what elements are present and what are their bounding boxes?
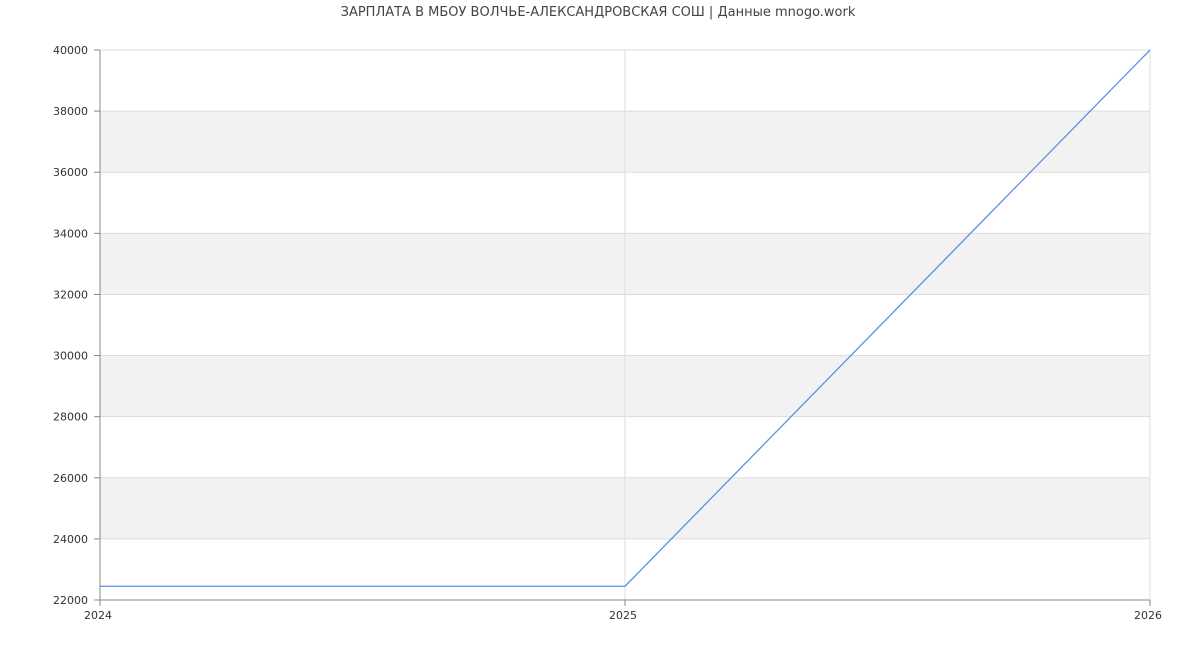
y-tick-label: 30000 — [53, 350, 88, 363]
x-tick-label: 2025 — [609, 609, 637, 622]
y-tick-label: 34000 — [53, 227, 88, 240]
y-tick-label: 40000 — [53, 44, 88, 57]
y-tick-label: 32000 — [53, 288, 88, 301]
y-tick-label: 38000 — [53, 105, 88, 118]
y-tick-label: 22000 — [53, 594, 88, 607]
chart-title: ЗАРПЛАТА В МБОУ ВОЛЧЬЕ-АЛЕКСАНДРОВСКАЯ С… — [341, 5, 856, 20]
y-tick-label: 26000 — [53, 472, 88, 485]
y-tick-label: 28000 — [53, 411, 88, 424]
x-tick-label: 2024 — [84, 609, 112, 622]
line-chart: 22000 24000 26000 28000 30000 32000 34000 36000… — [53, 5, 1162, 622]
x-tick-label: 2026 — [1134, 609, 1162, 622]
y-tick-label: 24000 — [53, 533, 88, 546]
chart-container: 22000 24000 26000 28000 30000 32000 34000 36000… — [0, 0, 1200, 650]
y-tick-label: 36000 — [53, 166, 88, 179]
